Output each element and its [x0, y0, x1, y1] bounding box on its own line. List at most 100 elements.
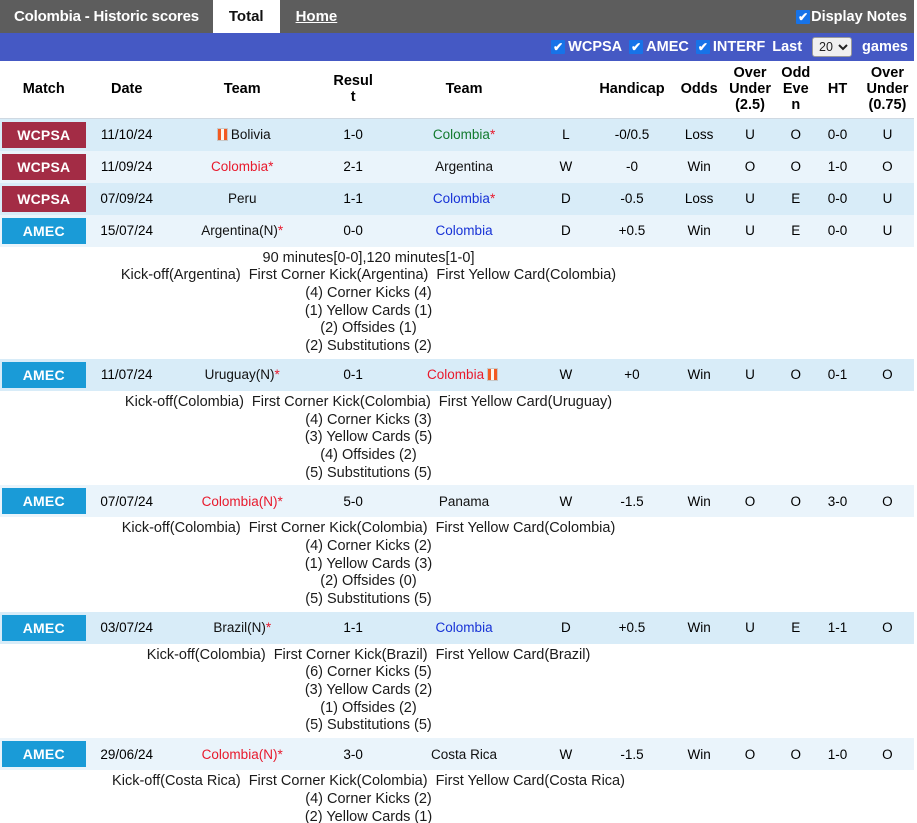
topbar: Colombia - Historic scores Total Home ✔ … — [0, 0, 917, 33]
display-notes-toggle[interactable]: ✔ Display Notes — [796, 0, 917, 33]
cell-team-home[interactable]: Peru — [166, 183, 319, 215]
filter-interf[interactable]: ✔ INTERF — [696, 39, 765, 55]
notes-first-corner: First Corner Kick(Colombia) — [249, 520, 428, 536]
cell-team-home[interactable]: Colombia(N)* — [166, 738, 319, 770]
cell-competition[interactable]: AMEC — [0, 612, 88, 644]
team-name: Panama — [439, 494, 489, 509]
cell-win-draw-loss: D — [540, 215, 591, 247]
competition-badge[interactable]: WCPSA — [2, 154, 86, 180]
checkbox-checked-icon[interactable]: ✔ — [696, 40, 710, 54]
filter-wcpsa[interactable]: ✔ WCPSA — [551, 39, 622, 55]
cell-team-home[interactable]: Argentina(N)* — [166, 215, 319, 247]
cell-competition[interactable]: WCPSA — [0, 118, 88, 151]
cell-handicap: -0.5 — [591, 183, 672, 215]
cell-team-away[interactable]: Panama — [388, 485, 541, 517]
notes-cell: Kick-off(Colombia)First Corner Kick(Colo… — [0, 391, 917, 485]
table-row[interactable]: AMEC03/07/24Brazil(N)*1-1ColombiaD+0.5Wi… — [0, 612, 917, 644]
col-header-over-under-075[interactable]: OverUnder(0.75) — [858, 61, 917, 118]
col-header-ht[interactable]: HT — [817, 61, 858, 118]
cell-odd-even: O — [774, 151, 817, 183]
cell-team-away[interactable]: Colombia — [388, 359, 541, 391]
table-row[interactable]: WCPSA07/09/24Peru1-1Colombia*D-0.5LossUE… — [0, 183, 917, 215]
cell-odd-even: O — [774, 485, 817, 517]
col-header-odd-even[interactable]: OddEven — [774, 61, 817, 118]
cell-handicap: -1.5 — [591, 738, 672, 770]
notes-events: Kick-off(Colombia)First Corner Kick(Braz… — [2, 647, 735, 665]
notes-offsides: (2) Offsides (0) — [2, 573, 735, 591]
team-star-marker: * — [266, 620, 271, 635]
cell-odd-even: O — [774, 359, 817, 391]
col-header-team-home[interactable]: Team — [166, 61, 319, 118]
cell-team-away[interactable]: Argentina — [388, 151, 541, 183]
cell-team-away[interactable]: Colombia — [388, 612, 541, 644]
cell-result: 0-1 — [319, 359, 388, 391]
competition-badge[interactable]: WCPSA — [2, 122, 86, 148]
col-header-wdl[interactable] — [540, 61, 591, 118]
cell-team-away[interactable]: Costa Rica — [388, 738, 541, 770]
cell-competition[interactable]: AMEC — [0, 215, 88, 247]
team-star-marker: * — [490, 191, 495, 206]
checkbox-checked-icon[interactable]: ✔ — [796, 10, 810, 24]
page-title: Colombia - Historic scores — [0, 0, 213, 33]
cell-competition[interactable]: AMEC — [0, 485, 88, 517]
cell-competition[interactable]: WCPSA — [0, 151, 88, 183]
cell-over-under-25: U — [726, 359, 775, 391]
competition-badge[interactable]: AMEC — [2, 741, 86, 767]
team-name: Costa Rica — [431, 747, 497, 762]
cell-over-under-25: U — [726, 183, 775, 215]
table-row[interactable]: WCPSA11/10/24Bolivia1-0Colombia*L-0/0.5L… — [0, 118, 917, 151]
competition-badge[interactable]: AMEC — [2, 362, 86, 388]
competition-badge[interactable]: AMEC — [2, 615, 86, 641]
cell-team-away[interactable]: Colombia* — [388, 183, 541, 215]
col-header-result-label: Result — [333, 73, 373, 105]
cell-handicap: +0.5 — [591, 612, 672, 644]
cell-team-away[interactable]: Colombia* — [388, 118, 541, 151]
table-row[interactable]: AMEC29/06/24Colombia(N)*3-0Costa RicaW-1… — [0, 738, 917, 770]
table-row[interactable]: AMEC07/07/24Colombia(N)*5-0PanamaW-1.5Wi… — [0, 485, 917, 517]
col-header-over-under-25[interactable]: OverUnder(2.5) — [726, 61, 775, 118]
col-header-odds[interactable]: Odds — [673, 61, 726, 118]
table-row[interactable]: AMEC15/07/24Argentina(N)*0-0ColombiaD+0.… — [0, 215, 917, 247]
notes-minutes: 90 minutes[0-0],120 minutes[1-0] — [2, 250, 735, 268]
cell-competition[interactable]: WCPSA — [0, 183, 88, 215]
competition-badge[interactable]: AMEC — [2, 218, 86, 244]
table-row[interactable]: AMEC11/07/24Uruguay(N)*0-1ColombiaW+0Win… — [0, 359, 917, 391]
notes-cell: Kick-off(Colombia)First Corner Kick(Braz… — [0, 644, 917, 738]
competition-badge[interactable]: WCPSA — [2, 186, 86, 212]
cell-team-home[interactable]: Colombia* — [166, 151, 319, 183]
checkbox-checked-icon[interactable]: ✔ — [629, 40, 643, 54]
col-header-date[interactable]: Date — [88, 61, 166, 118]
cell-date: 11/10/24 — [88, 118, 166, 151]
match-notes-row: Kick-off(Costa Rica)First Corner Kick(Co… — [0, 770, 917, 823]
notes-offsides: (2) Offsides (1) — [2, 320, 735, 338]
checkbox-checked-icon[interactable]: ✔ — [551, 40, 565, 54]
team-name: Colombia(N) — [202, 494, 278, 509]
notes-first-yellow: First Yellow Card(Brazil) — [436, 647, 591, 663]
tab-home[interactable]: Home — [280, 0, 354, 33]
cell-competition[interactable]: AMEC — [0, 359, 88, 391]
cell-odd-even: O — [774, 738, 817, 770]
col-header-team-away[interactable]: Team — [388, 61, 541, 118]
cell-competition[interactable]: AMEC — [0, 738, 88, 770]
filter-amec[interactable]: ✔ AMEC — [629, 39, 689, 55]
cell-halftime: 1-0 — [817, 151, 858, 183]
cell-halftime: 0-0 — [817, 118, 858, 151]
notes-first-corner: First Corner Kick(Colombia) — [252, 394, 431, 410]
cell-team-home[interactable]: Colombia(N)* — [166, 485, 319, 517]
cell-team-away[interactable]: Colombia — [388, 215, 541, 247]
cell-handicap: -0/0.5 — [591, 118, 672, 151]
table-row[interactable]: WCPSA11/09/24Colombia*2-1ArgentinaW-0Win… — [0, 151, 917, 183]
col-header-over-under-25-label: OverUnder(2.5) — [729, 65, 771, 113]
competition-badge[interactable]: AMEC — [2, 488, 86, 514]
cell-team-home[interactable]: Brazil(N)* — [166, 612, 319, 644]
tab-total[interactable]: Total — [213, 0, 280, 33]
col-header-result[interactable]: Result — [319, 61, 388, 118]
games-count-select[interactable]: 10203050 — [812, 37, 852, 57]
cell-over-under-25: O — [726, 151, 775, 183]
cell-odds: Loss — [673, 118, 726, 151]
cell-team-home[interactable]: Uruguay(N)* — [166, 359, 319, 391]
col-header-match[interactable]: Match — [0, 61, 88, 118]
notes-corner-kicks: (4) Corner Kicks (4) — [2, 285, 735, 303]
cell-team-home[interactable]: Bolivia — [166, 118, 319, 151]
col-header-handicap[interactable]: Handicap — [591, 61, 672, 118]
